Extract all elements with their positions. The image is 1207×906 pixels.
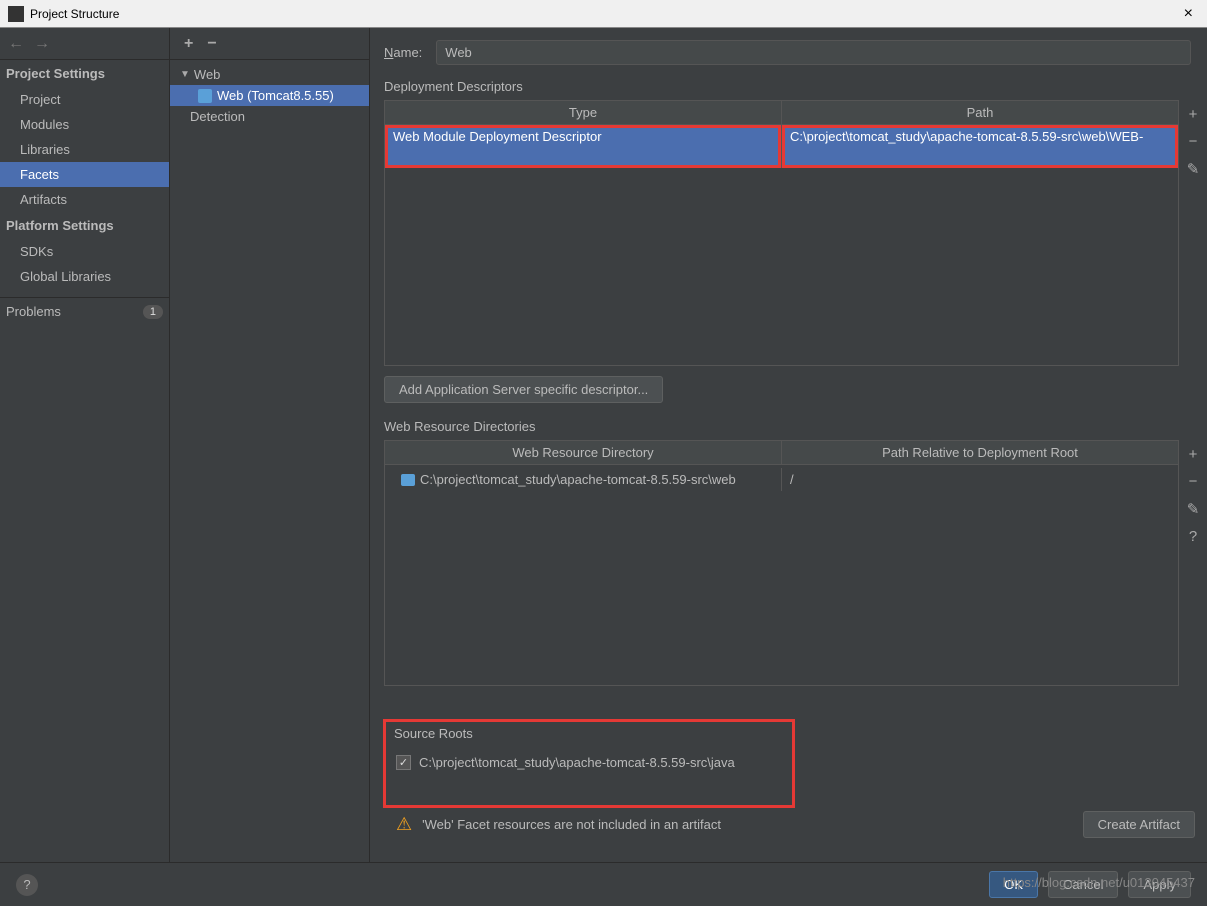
sidebar-item-libraries[interactable]: Libraries	[0, 137, 169, 162]
sidebar-item-modules[interactable]: Modules	[0, 112, 169, 137]
add-icon[interactable]: +	[1189, 106, 1198, 123]
tree-item-web-tomcat[interactable]: Web (Tomcat8.5.55)	[170, 85, 369, 106]
sidebar-item-facets[interactable]: Facets	[0, 162, 169, 187]
platform-settings-header: Platform Settings	[0, 212, 169, 239]
deployment-descriptors-table: Type Path Web Module Deployment Descript…	[384, 100, 1179, 366]
dd-cell-type: Web Module Deployment Descriptor	[385, 125, 782, 168]
sidebar-item-problems[interactable]: Problems 1	[0, 297, 169, 325]
sidebar-item-sdks[interactable]: SDKs	[0, 239, 169, 264]
edit-icon[interactable]: ✎	[1187, 500, 1200, 518]
tree-item-label: Web (Tomcat8.5.55)	[217, 88, 334, 103]
tree-item-label: Web	[194, 67, 221, 82]
sidebar-item-artifacts[interactable]: Artifacts	[0, 187, 169, 212]
app-icon	[8, 6, 24, 22]
create-artifact-button[interactable]: Create Artifact	[1083, 811, 1195, 838]
close-icon[interactable]: ×	[1178, 5, 1199, 23]
tree-item-web-root[interactable]: ▼ Web	[170, 64, 369, 85]
dd-cell-path: C:\project\tomcat_study\apache-tomcat-8.…	[782, 125, 1178, 168]
warning-text: 'Web' Facet resources are not included i…	[422, 817, 721, 832]
wr-side-buttons: + − ✎ ?	[1179, 440, 1207, 686]
wr-table-header: Web Resource Directory Path Relative to …	[385, 441, 1178, 465]
dd-table-header: Type Path	[385, 101, 1178, 125]
name-label: Name:	[384, 45, 422, 60]
source-roots-label: Source Roots	[384, 720, 794, 741]
ok-button[interactable]: OK	[989, 871, 1038, 898]
help-icon[interactable]: ?	[1189, 528, 1197, 545]
source-root-row[interactable]: ✓ C:\project\tomcat_study\apache-tomcat-…	[396, 755, 782, 770]
source-root-checkbox[interactable]: ✓	[396, 755, 411, 770]
tree-item-label: Detection	[190, 109, 245, 124]
tree-toolbar: + −	[170, 28, 369, 60]
warning-icon: ⚠	[396, 814, 412, 835]
facet-content-panel: Name: Deployment Descriptors Type Path W…	[370, 28, 1207, 862]
nav-back-icon[interactable]: ←	[8, 35, 24, 53]
dd-header-type: Type	[385, 101, 782, 124]
chevron-down-icon: ▼	[180, 69, 190, 80]
nav-arrows: ← →	[0, 28, 169, 60]
remove-icon[interactable]: −	[1189, 473, 1198, 490]
project-settings-header: Project Settings	[0, 60, 169, 87]
tree-item-detection[interactable]: Detection	[170, 106, 369, 127]
facet-name-input[interactable]	[436, 40, 1191, 65]
deployment-descriptors-label: Deployment Descriptors	[384, 79, 1207, 94]
settings-sidebar: ← → Project Settings Project Modules Lib…	[0, 28, 170, 862]
web-resource-directories-label: Web Resource Directories	[384, 419, 1207, 434]
cancel-button[interactable]: Cancel	[1048, 871, 1118, 898]
problems-label: Problems	[6, 304, 61, 319]
dd-header-path: Path	[782, 101, 1178, 124]
wr-cell-dir: C:\project\tomcat_study\apache-tomcat-8.…	[420, 472, 736, 487]
window-titlebar: Project Structure ×	[0, 0, 1207, 28]
web-resource-table: Web Resource Directory Path Relative to …	[384, 440, 1179, 686]
sidebar-item-global-libraries[interactable]: Global Libraries	[0, 264, 169, 289]
window-title: Project Structure	[30, 7, 1178, 21]
wr-table-row[interactable]: C:\project\tomcat_study\apache-tomcat-8.…	[385, 465, 1178, 494]
wr-cell-rel: /	[782, 468, 1178, 491]
sidebar-item-project[interactable]: Project	[0, 87, 169, 112]
dd-side-buttons: + − ✎	[1179, 100, 1207, 366]
wr-header-dir: Web Resource Directory	[385, 441, 782, 464]
problems-count-badge: 1	[143, 305, 163, 319]
add-server-descriptor-button[interactable]: Add Application ServerServer specific de…	[384, 376, 663, 403]
edit-icon[interactable]: ✎	[1187, 160, 1200, 178]
source-root-path: C:\project\tomcat_study\apache-tomcat-8.…	[419, 755, 735, 770]
remove-icon[interactable]: −	[1189, 133, 1198, 150]
folder-icon	[401, 474, 415, 486]
facets-tree-panel: + − ▼ Web Web (Tomcat8.5.55) Detection	[170, 28, 370, 862]
wr-header-rel: Path Relative to Deployment Root	[782, 441, 1178, 464]
add-icon[interactable]: +	[1189, 446, 1198, 463]
help-icon[interactable]: ?	[16, 874, 38, 896]
apply-button[interactable]: Apply	[1128, 871, 1191, 898]
dd-table-row[interactable]: Web Module Deployment Descriptor C:\proj…	[385, 125, 1178, 168]
dialog-footer: ? OK Cancel Apply	[0, 862, 1207, 906]
remove-icon[interactable]: −	[207, 35, 216, 53]
add-icon[interactable]: +	[184, 35, 193, 53]
nav-forward-icon[interactable]: →	[34, 35, 50, 53]
web-facet-icon	[198, 89, 212, 103]
